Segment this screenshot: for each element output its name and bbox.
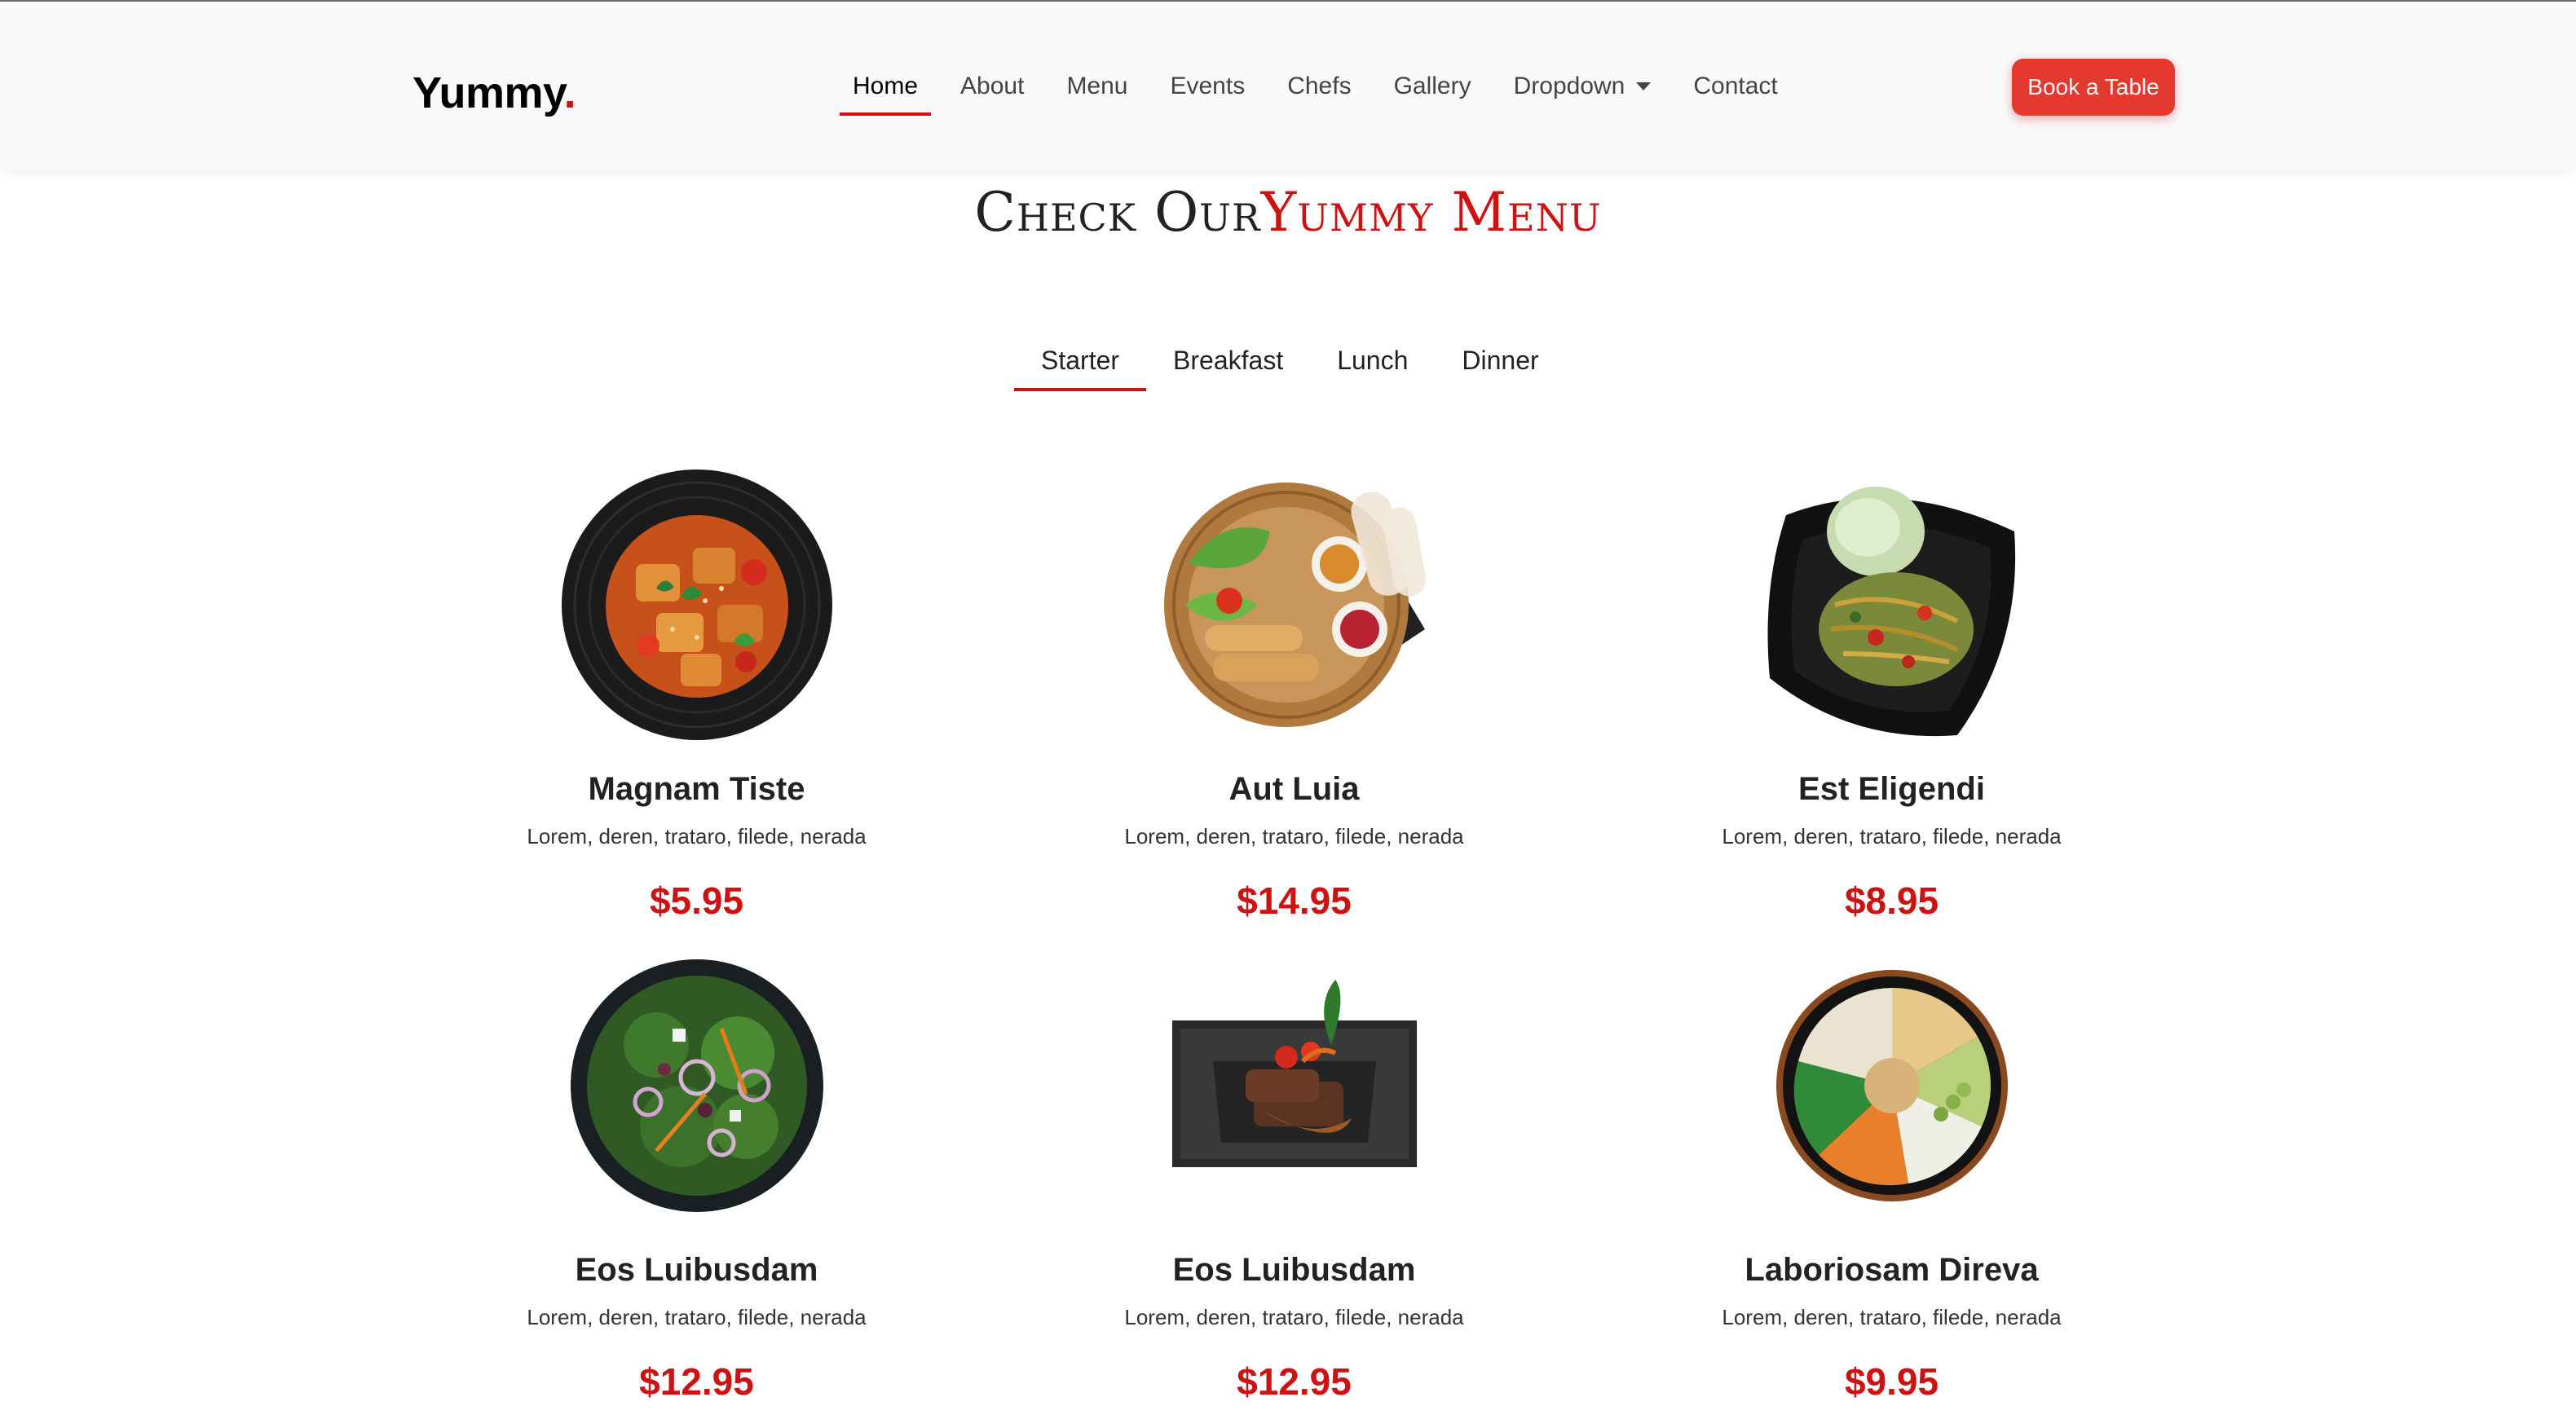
item-price: $5.95 xyxy=(649,879,744,922)
tab-lunch[interactable]: Lunch xyxy=(1310,329,1435,391)
tab-starter[interactable]: Starter xyxy=(1014,329,1147,391)
nav-dropdown[interactable]: Dropdown xyxy=(1493,54,1673,119)
item-name: Est Eligendi xyxy=(1798,771,1985,807)
item-price: $9.95 xyxy=(1844,1360,1939,1403)
menu-item: Eos Luibusdam Lorem, deren, trataro, fil… xyxy=(398,947,995,1428)
site-logo[interactable]: Yummy. xyxy=(412,60,576,126)
logo-text: Yummy xyxy=(412,68,564,117)
item-description: Lorem, deren, trataro, filede, nerada xyxy=(1124,824,1464,848)
menu-tabs: Starter Breakfast Lunch Dinner xyxy=(1014,329,1566,391)
title-accent: Yummy Menu xyxy=(1260,181,1602,244)
nav-menu[interactable]: Menu xyxy=(1045,54,1149,119)
item-price: $12.95 xyxy=(1237,1360,1352,1403)
tab-dinner[interactable]: Dinner xyxy=(1435,329,1565,391)
item-price: $14.95 xyxy=(1237,879,1352,922)
nav-contact[interactable]: Contact xyxy=(1672,54,1798,119)
tab-breakfast[interactable]: Breakfast xyxy=(1146,329,1310,391)
item-description: Lorem, deren, trataro, filede, nerada xyxy=(1722,824,2062,848)
section-title: Check OurYummy Menu xyxy=(0,181,2576,244)
title-prefix: Check Our xyxy=(974,181,1261,244)
logo-dot: . xyxy=(563,68,576,117)
item-name: Magnam Tiste xyxy=(588,771,805,807)
square-plate-noodles-icon[interactable] xyxy=(1753,466,2031,743)
item-description: Lorem, deren, trataro, filede, nerada xyxy=(527,824,867,848)
item-name: Eos Luibusdam xyxy=(575,1252,818,1288)
item-name: Aut Luia xyxy=(1228,771,1360,807)
item-description: Lorem, deren, trataro, filede, nerada xyxy=(1722,1305,2062,1329)
menu-item: Est Eligendi Lorem, deren, trataro, file… xyxy=(1593,466,2190,947)
basket-platter-icon[interactable] xyxy=(1156,466,1433,743)
nav-events[interactable]: Events xyxy=(1149,54,1266,119)
menu-grid: Magnam Tiste Lorem, deren, trataro, file… xyxy=(398,466,2191,1428)
round-plate-tofu-icon[interactable] xyxy=(558,466,836,743)
menu-item: Magnam Tiste Lorem, deren, trataro, file… xyxy=(398,466,995,947)
item-price: $8.95 xyxy=(1844,879,1939,922)
item-description: Lorem, deren, trataro, filede, nerada xyxy=(527,1305,867,1329)
slate-plate-steak-icon[interactable] xyxy=(1156,947,1433,1224)
round-bowl-mixed-icon[interactable] xyxy=(1753,947,2031,1224)
site-header: Yummy. Home About Menu Events Chefs Gall… xyxy=(0,2,2576,170)
nav-gallery[interactable]: Gallery xyxy=(1373,54,1493,119)
item-name: Laboriosam Direva xyxy=(1745,1252,2039,1288)
menu-item: Eos Luibusdam Lorem, deren, trataro, fil… xyxy=(995,947,1593,1428)
item-price: $12.95 xyxy=(639,1360,754,1403)
nav-home[interactable]: Home xyxy=(831,54,939,119)
item-name: Eos Luibusdam xyxy=(1172,1252,1416,1288)
nav-chefs[interactable]: Chefs xyxy=(1266,54,1372,119)
round-plate-salad-icon[interactable] xyxy=(558,947,836,1224)
book-table-button[interactable]: Book a Table xyxy=(2012,59,2175,116)
main-nav: Home About Menu Events Chefs Gallery Dro… xyxy=(831,54,1799,119)
menu-item: Laboriosam Direva Lorem, deren, trataro,… xyxy=(1593,947,2190,1428)
menu-item: Aut Luia Lorem, deren, trataro, filede, … xyxy=(995,466,1593,947)
nav-about[interactable]: About xyxy=(939,54,1045,119)
item-description: Lorem, deren, trataro, filede, nerada xyxy=(1124,1305,1464,1329)
chevron-down-icon xyxy=(1636,82,1652,90)
